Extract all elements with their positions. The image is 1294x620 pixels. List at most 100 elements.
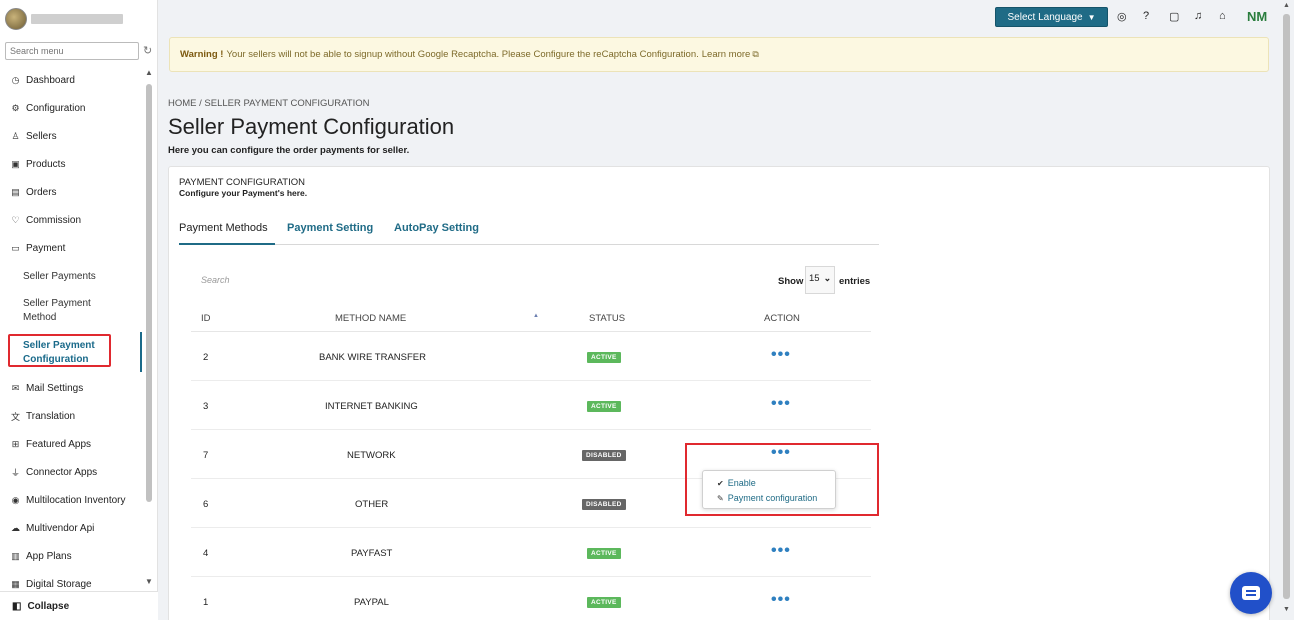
sidebar-subitem-seller-payment-method[interactable]: Seller Payment Method bbox=[0, 290, 142, 332]
table-row: 1 PAYPAL ACTIVE ••• bbox=[191, 577, 871, 620]
tab-payment-methods[interactable]: Payment Methods bbox=[179, 222, 268, 234]
product-icon: ▣ bbox=[11, 158, 20, 169]
sidebar-item-sellers[interactable]: ♙ Sellers bbox=[0, 122, 142, 150]
clipboard-icon: ▥ bbox=[11, 550, 20, 561]
cell-method-name: NETWORK bbox=[347, 450, 396, 461]
store-logo[interactable] bbox=[5, 8, 27, 30]
page-size-select[interactable]: 15 ⌄ bbox=[805, 266, 835, 294]
column-header-method-name[interactable]: METHOD NAME bbox=[335, 313, 406, 324]
sidebar-item-label: Orders bbox=[26, 186, 57, 198]
sidebar-item-label: Configuration bbox=[26, 102, 86, 114]
status-badge: ACTIVE bbox=[587, 597, 621, 608]
external-link-icon[interactable]: ⧉ bbox=[752, 49, 758, 60]
user-icon: ♙ bbox=[11, 130, 20, 141]
help-icon[interactable]: ? bbox=[1143, 10, 1149, 22]
cell-method-name: INTERNET BANKING bbox=[325, 401, 418, 412]
sidebar-item-orders[interactable]: ▤ Orders bbox=[0, 178, 142, 206]
sidebar-item-payment[interactable]: ▭ Payment bbox=[0, 234, 142, 262]
table-row: 3 INTERNET BANKING ACTIVE ••• bbox=[191, 381, 871, 430]
sidebar-item-multivendor-api[interactable]: ☁ Multivendor Api bbox=[0, 514, 142, 542]
sidebar-item-mail-settings[interactable]: ✉ Mail Settings bbox=[0, 374, 142, 402]
warning-banner: Warning ! Your sellers will not be able … bbox=[169, 37, 1269, 72]
handshake-icon: ♡ bbox=[11, 214, 20, 225]
dashboard-icon: ◷ bbox=[11, 74, 20, 85]
sidebar-item-products[interactable]: ▣ Products bbox=[0, 150, 142, 178]
store-icon[interactable]: ⌂ bbox=[1219, 10, 1226, 22]
more-actions-icon[interactable]: ••• bbox=[771, 592, 791, 608]
entries-label: entries bbox=[839, 276, 871, 287]
top-bar: Select Language ▼ ◎ ? ▢ ♫ ⌂ NM bbox=[158, 0, 1280, 34]
card-subtitle: Configure your Payment's here. bbox=[179, 188, 308, 198]
sidebar-item-dashboard[interactable]: ◷ Dashboard bbox=[0, 66, 142, 94]
sidebar-item-label: App Plans bbox=[26, 550, 72, 562]
table-search-input[interactable]: Search bbox=[201, 275, 230, 285]
learn-more-link[interactable]: Learn more bbox=[702, 49, 751, 60]
tab-bar: Payment Methods Payment Setting AutoPay … bbox=[179, 219, 879, 245]
cell-id: 3 bbox=[203, 401, 209, 412]
cell-method-name: PAYFAST bbox=[351, 548, 393, 559]
collapse-label: Collapse bbox=[27, 600, 70, 612]
collapse-button[interactable]: ◧ Collapse bbox=[0, 591, 158, 620]
orders-icon: ▤ bbox=[11, 186, 20, 197]
sidebar-item-connector-apps[interactable]: ⏚ Connector Apps bbox=[0, 458, 142, 486]
more-actions-icon[interactable]: ••• bbox=[771, 396, 791, 412]
select-language-button[interactable]: Select Language ▼ bbox=[995, 7, 1108, 27]
tab-payment-setting[interactable]: Payment Setting bbox=[287, 222, 373, 234]
sidebar-item-label: Translation bbox=[26, 410, 76, 422]
sidebar-item-translation[interactable]: 文 Translation bbox=[0, 402, 142, 430]
sidebar-menu: ◷ Dashboard ⚙ Configuration ♙ Sellers ▣ Prod… bbox=[0, 66, 142, 591]
sidebar-item-label: Products bbox=[26, 158, 66, 170]
menu-search-input[interactable] bbox=[5, 42, 139, 60]
page-scroll-down-icon[interactable]: ▼ bbox=[1283, 606, 1290, 613]
refresh-icon[interactable]: ↻ bbox=[143, 44, 152, 57]
sidebar-item-label: Dashboard bbox=[26, 74, 75, 86]
sidebar-item-label: Seller Payment Method bbox=[23, 298, 91, 323]
status-badge: DISABLED bbox=[582, 450, 626, 461]
sidebar-item-multilocation-inventory[interactable]: ◉ Multilocation Inventory bbox=[0, 486, 142, 514]
column-header-status[interactable]: STATUS bbox=[589, 313, 625, 324]
sort-asc-icon[interactable]: ▲ bbox=[533, 313, 539, 319]
highlight-box-dropdown bbox=[685, 443, 879, 516]
sidebar-item-featured-apps[interactable]: ⊞ Featured Apps bbox=[0, 430, 142, 458]
more-actions-icon[interactable]: ••• bbox=[771, 543, 791, 559]
chat-icon bbox=[1242, 586, 1260, 600]
table-row: 2 BANK WIRE TRANSFER ACTIVE ••• bbox=[191, 332, 871, 381]
chat-button[interactable] bbox=[1230, 572, 1272, 614]
sidebar-header bbox=[0, 0, 157, 38]
account-icon[interactable]: ◎ bbox=[1117, 10, 1127, 23]
status-badge: ACTIVE bbox=[587, 352, 621, 363]
cell-id: 7 bbox=[203, 450, 209, 461]
sidebar-item-commission[interactable]: ♡ Commission bbox=[0, 206, 142, 234]
more-actions-icon[interactable]: ••• bbox=[771, 347, 791, 363]
cell-id: 6 bbox=[203, 499, 209, 510]
user-avatar[interactable]: NM bbox=[1247, 9, 1267, 24]
highlight-box-sidebar bbox=[8, 334, 111, 367]
sidebar-item-configuration[interactable]: ⚙ Configuration bbox=[0, 94, 142, 122]
page-subtitle: Here you can configure the order payment… bbox=[168, 145, 410, 156]
sidebar-subitem-seller-payments[interactable]: Seller Payments bbox=[0, 262, 142, 290]
translate-icon: 文 bbox=[10, 411, 20, 422]
scroll-down-arrow-icon[interactable]: ▼ bbox=[145, 577, 153, 586]
cell-method-name: PAYPAL bbox=[354, 597, 389, 608]
table-row: 4 PAYFAST ACTIVE ••• bbox=[191, 528, 871, 577]
sidebar-scrollbar[interactable] bbox=[146, 84, 152, 502]
show-label: Show bbox=[778, 276, 804, 287]
cell-id: 1 bbox=[203, 597, 209, 608]
caret-down-icon: ▼ bbox=[1087, 12, 1096, 22]
column-header-id[interactable]: ID bbox=[201, 313, 211, 324]
sidebar-item-digital-storage[interactable]: ▦ Digital Storage bbox=[0, 570, 142, 591]
sidebar-item-label: Connector Apps bbox=[26, 466, 98, 478]
feedback-icon[interactable]: ▢ bbox=[1169, 10, 1179, 23]
sidebar-item-label: Seller Payments bbox=[23, 270, 96, 282]
sidebar-item-label: Mail Settings bbox=[26, 382, 84, 394]
scroll-up-arrow-icon[interactable]: ▲ bbox=[145, 68, 153, 77]
tab-autopay-setting[interactable]: AutoPay Setting bbox=[394, 222, 479, 234]
column-header-action[interactable]: ACTION bbox=[764, 313, 800, 324]
sidebar-item-app-plans[interactable]: ▥ App Plans bbox=[0, 542, 142, 570]
connector-icon: ⏚ bbox=[10, 467, 20, 478]
active-indicator bbox=[140, 332, 142, 372]
sidebar: ↻ ◷ Dashboard ⚙ Configuration ♙ Sellers ▣ Pr… bbox=[0, 0, 158, 620]
page-scroll-up-icon[interactable]: ▲ bbox=[1283, 2, 1290, 9]
page-scrollbar[interactable] bbox=[1283, 14, 1290, 599]
bell-icon[interactable]: ♫ bbox=[1194, 10, 1202, 22]
